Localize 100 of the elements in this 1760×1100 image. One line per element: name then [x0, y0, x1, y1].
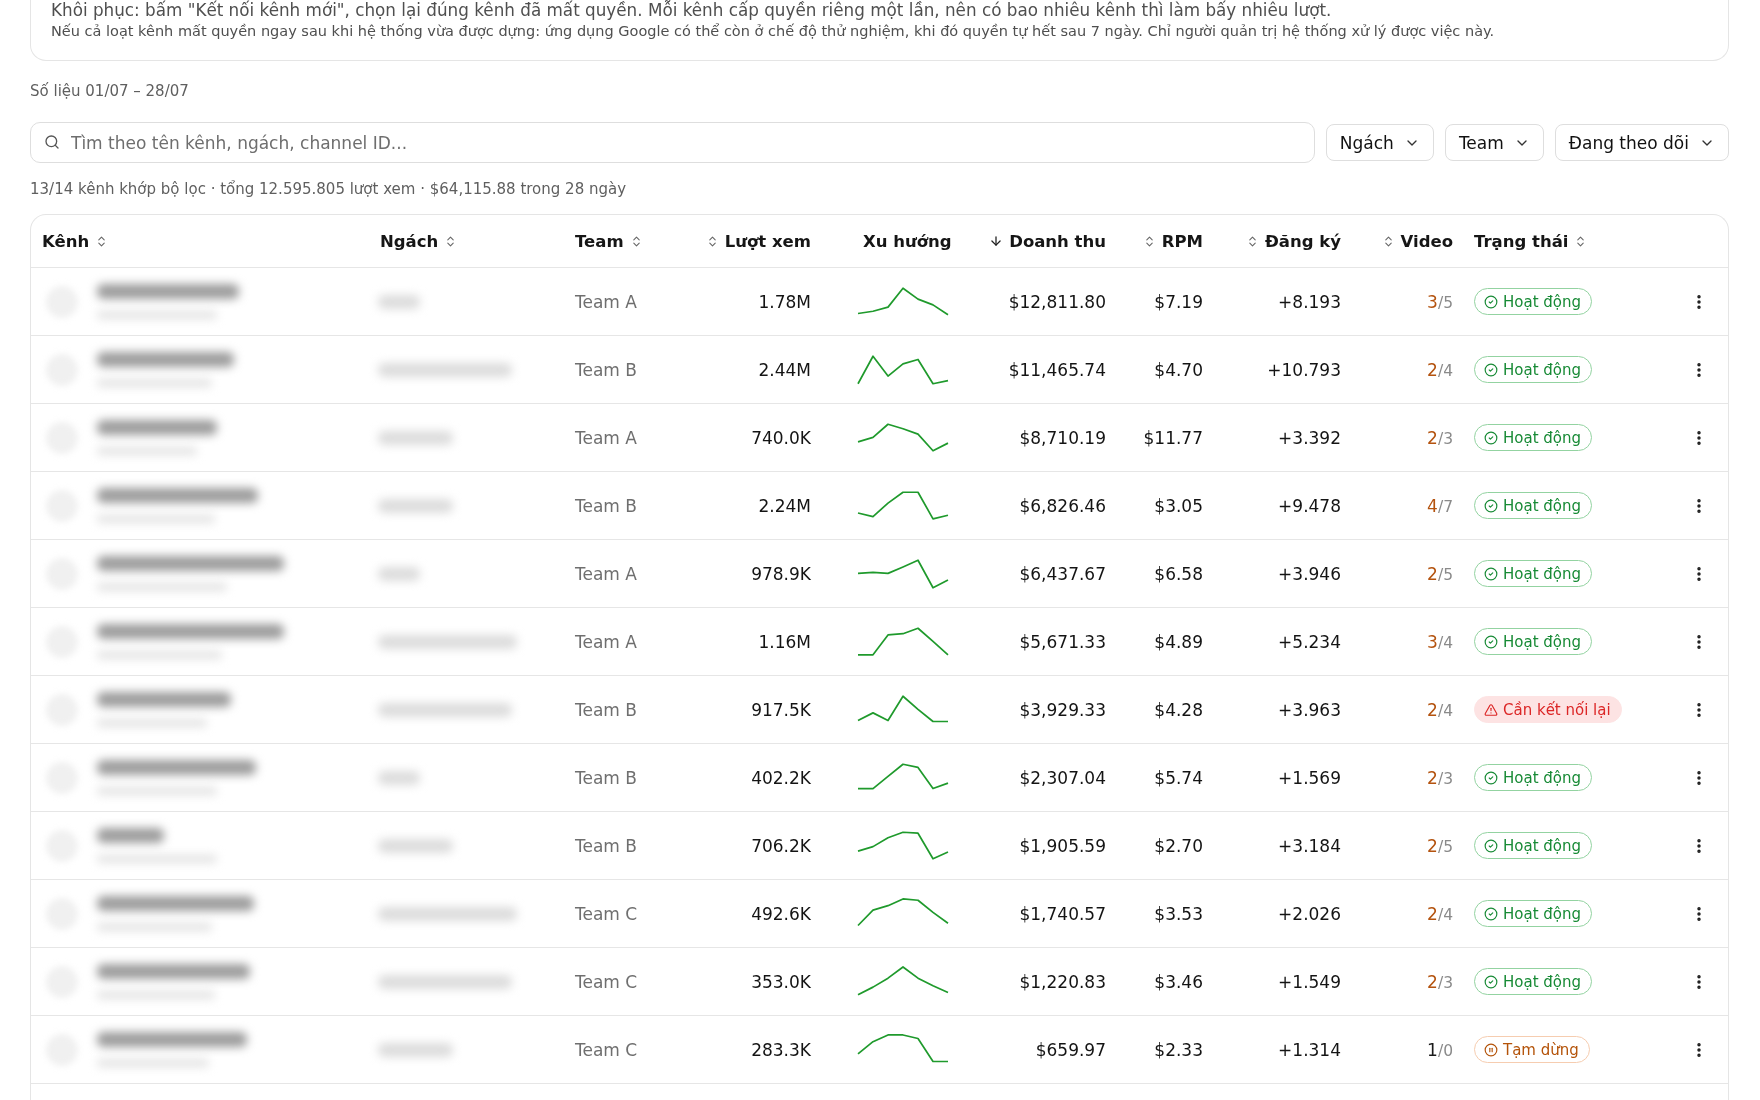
status-badge: Hoạt động: [1474, 832, 1593, 859]
notice-text: Nếu cả loạt kênh mất quyền ngay sau khi hệ thống vừa được dựng: ứng dụng Google có thể còn ở chế độ thử nghiệm, khi đó quyền tự hết sau 7 ngày. Chỉ người quản trị hệ thống xử lý được việc này.: [51, 22, 1496, 40]
sort-icon: [1246, 234, 1259, 248]
subscribers-cell: +3.184: [1278, 835, 1341, 856]
status-badge: Hoạt động: [1474, 356, 1593, 383]
team-cell: Team C: [575, 971, 638, 992]
column-header[interactable]: Kênh: [42, 231, 109, 251]
views-cell: 917.5K: [751, 699, 811, 720]
subscribers-cell: +3.963: [1278, 699, 1341, 720]
check-circle-icon: [1484, 974, 1498, 989]
search-field[interactable]: Tìm theo tên kênh, ngách, channel ID...: [30, 122, 1315, 163]
status-badge: Hoạt động: [1474, 560, 1593, 587]
revenue-cell: $1,220.83: [1019, 971, 1106, 992]
status-badge: Hoạt động: [1474, 628, 1593, 655]
rpm-cell: $7.19: [1154, 291, 1203, 312]
blurred-niche: [378, 770, 420, 785]
status-badge: Hoạt động: [1474, 424, 1593, 451]
revenue-cell: $659.97: [1035, 1039, 1106, 1060]
rpm-cell: $4.70: [1154, 359, 1203, 380]
revenue-cell: $6,437.67: [1019, 563, 1106, 584]
revenue-cell: $1,905.59: [1019, 835, 1106, 856]
blurred-channel-name: [97, 828, 164, 843]
subscribers-cell: +1.569: [1278, 767, 1341, 788]
column-header[interactable]: RPM: [1142, 231, 1203, 251]
warning-triangle-icon: [1484, 702, 1498, 717]
video-count-cell: 2/5: [1427, 835, 1453, 856]
team-cell: Team A: [575, 291, 637, 312]
rpm-cell: $3.46: [1154, 971, 1203, 992]
views-cell: 706.2K: [751, 835, 811, 856]
column-header[interactable]: Trạng thái: [1474, 231, 1588, 251]
status-badge: Cần kết nối lại: [1474, 696, 1622, 723]
team-cell: Team B: [575, 835, 637, 856]
rpm-cell: $3.05: [1154, 495, 1203, 516]
subscribers-cell: +1.314: [1278, 1039, 1341, 1060]
notice-text: Khôi phục: bấm "Kết nối kênh mới", chọn lại đúng kênh đã mất quyền. Mỗi kênh cấp quyền riêng một lần, nên có bao nhiêu kênh thì làm bấy nhiêu lượt.: [51, 0, 1333, 20]
subscribers-cell: +9.478: [1278, 495, 1341, 516]
video-count-cell: 1/0: [1427, 1039, 1453, 1060]
check-circle-icon: [1484, 430, 1498, 445]
rpm-cell: $6.58: [1154, 563, 1203, 584]
video-count-cell: 3/5: [1427, 291, 1453, 312]
rpm-cell: $2.70: [1154, 835, 1203, 856]
status-badge: Hoạt động: [1474, 288, 1593, 315]
rpm-cell: $11.77: [1143, 427, 1203, 448]
revenue-cell: $5,671.33: [1019, 631, 1106, 652]
filter-dropdown[interactable]: Team: [1444, 124, 1544, 161]
status-badge: Tạm dừng: [1474, 1036, 1590, 1063]
check-circle-icon: [1484, 566, 1498, 581]
video-count-cell: 2/4: [1427, 903, 1453, 924]
views-cell: 2.44M: [758, 359, 811, 380]
check-circle-icon: [1484, 770, 1498, 785]
subscribers-cell: +2.026: [1278, 903, 1341, 924]
column-header[interactable]: Lượt xem: [705, 231, 811, 251]
views-cell: 492.6K: [751, 903, 811, 924]
check-circle-icon: [1484, 906, 1498, 921]
column-header: Xu hướng: [863, 231, 952, 251]
check-circle-icon: [1484, 634, 1498, 649]
views-cell: 978.9K: [751, 563, 811, 584]
rpm-cell: $3.53: [1154, 903, 1203, 924]
video-count-cell: 3/4: [1427, 631, 1453, 652]
video-count-cell: 2/3: [1427, 767, 1453, 788]
team-cell: Team A: [575, 631, 637, 652]
check-circle-icon: [1484, 498, 1498, 513]
subscribers-cell: +3.392: [1278, 427, 1341, 448]
column-header[interactable]: Team: [575, 231, 643, 251]
team-cell: Team C: [575, 1039, 638, 1060]
revenue-cell: $2,307.04: [1019, 767, 1106, 788]
revenue-cell: $12,811.80: [1008, 291, 1106, 312]
subscribers-cell: +10.793: [1267, 359, 1341, 380]
video-count-cell: 2/4: [1427, 359, 1453, 380]
video-count-cell: 2/3: [1427, 427, 1453, 448]
status-badge: Hoạt động: [1474, 764, 1593, 791]
views-cell: 1.78M: [758, 291, 811, 312]
subscribers-cell: +3.946: [1278, 563, 1341, 584]
subscribers-cell: +1.549: [1278, 971, 1341, 992]
rpm-cell: $2.33: [1154, 1039, 1203, 1060]
blurred-niche: [378, 566, 420, 581]
team-cell: Team B: [575, 359, 637, 380]
views-cell: 353.0K: [751, 971, 811, 992]
revenue-cell: $1,740.57: [1019, 903, 1106, 924]
rpm-cell: $5.74: [1154, 767, 1203, 788]
rpm-cell: $4.89: [1154, 631, 1203, 652]
revenue-cell: $3,929.33: [1019, 699, 1106, 720]
team-cell: Team B: [575, 767, 637, 788]
views-cell: 283.3K: [751, 1039, 811, 1060]
column-header[interactable]: Doanh thu: [989, 231, 1106, 251]
column-header[interactable]: Video: [1381, 231, 1453, 251]
rpm-cell: $4.28: [1154, 699, 1203, 720]
filter-dropdown[interactable]: Đang theo dõi: [1554, 124, 1729, 161]
filter-summary: 13/14 kênh khớp bộ lọc · tổng 12.595.805 lượt xem · $64,115.88 trong 28 ngày: [30, 179, 627, 199]
check-circle-icon: [1484, 362, 1498, 377]
column-header[interactable]: Ngách: [380, 231, 458, 251]
team-cell: Team C: [575, 903, 638, 924]
subscribers-cell: +5.234: [1278, 631, 1341, 652]
check-circle-icon: [1484, 838, 1498, 853]
team-cell: Team A: [575, 563, 637, 584]
column-header[interactable]: Đăng ký: [1246, 231, 1341, 251]
status-badge: Hoạt động: [1474, 900, 1593, 927]
filter-dropdown[interactable]: Ngách: [1325, 124, 1434, 161]
views-cell: 402.2K: [751, 767, 811, 788]
status-badge: Hoạt động: [1474, 492, 1593, 519]
